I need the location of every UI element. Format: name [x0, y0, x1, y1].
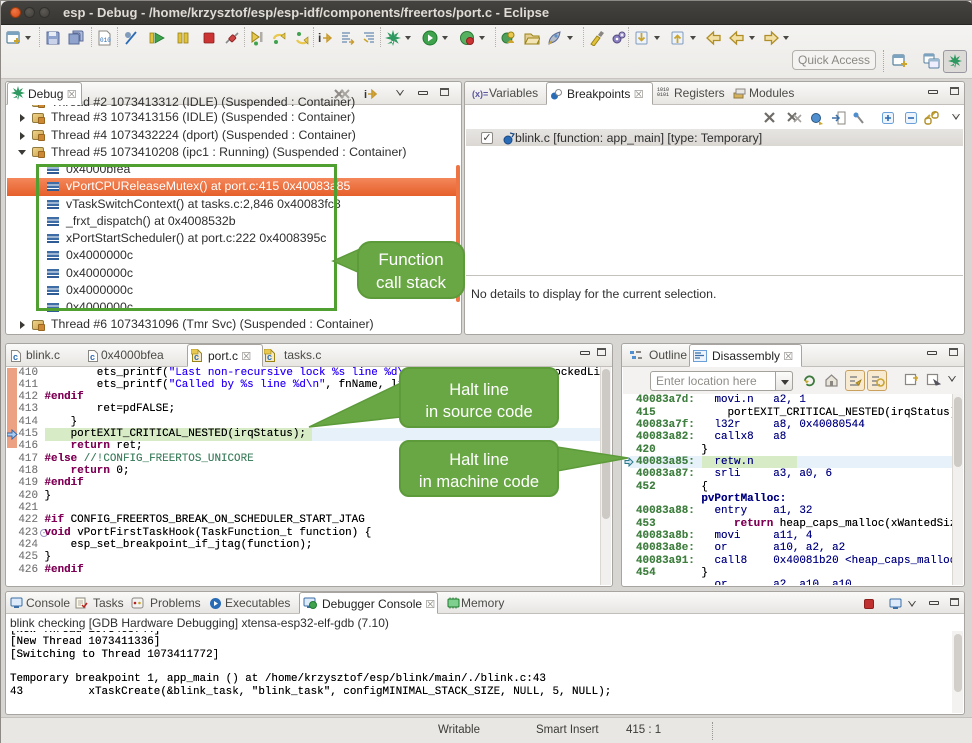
svg-text:i: i	[318, 31, 321, 45]
svg-text:010: 010	[100, 37, 111, 44]
svg-text:c: c	[13, 352, 18, 362]
svg-text:i: i	[364, 89, 367, 101]
svg-text:c: c	[90, 352, 95, 362]
